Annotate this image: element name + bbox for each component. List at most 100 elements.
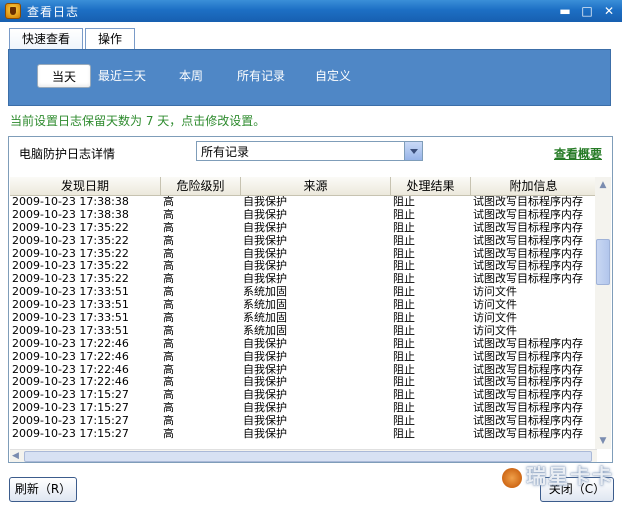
table-cell: 自我保护	[243, 337, 287, 350]
table-row[interactable]: 2009-10-23 17:35:22 高 自我保护 阻止 试图改写目标程序内存	[10, 235, 597, 248]
table-cell: 阻止	[393, 299, 415, 312]
title-bar: 查看日志 ▬ □ ✕	[0, 0, 622, 22]
refresh-button[interactable]: 刷新（R）	[9, 477, 77, 502]
table-row[interactable]: 2009-10-23 17:35:22 高 自我保护 阻止 试图改写目标程序内存	[10, 222, 597, 235]
close-button[interactable]: 关闭（C）	[540, 477, 614, 502]
table-row[interactable]: 2009-10-23 17:33:51 高 系统加固 阻止 访问文件	[10, 312, 597, 325]
table-cell: 2009-10-23 17:15:27	[12, 415, 129, 428]
table-cell: 阻止	[393, 196, 415, 208]
table-cell: 2009-10-23 17:35:22	[12, 247, 129, 260]
column-header-level[interactable]: 危险级别	[161, 177, 241, 195]
table-cell: 试图改写目标程序内存	[473, 273, 583, 286]
scroll-down-icon[interactable]: ▼	[595, 433, 611, 449]
table-cell: 高	[163, 234, 174, 247]
table-cell: 阻止	[393, 402, 415, 415]
table-cell: 阻止	[393, 221, 415, 234]
retention-notice-link[interactable]: 当前设置日志保留天数为 7 天，点击修改设置。	[10, 112, 265, 129]
table-row[interactable]: 2009-10-23 17:22:46 高 自我保护 阻止 试图改写目标程序内存	[10, 376, 597, 389]
table-cell: 2009-10-23 17:38:38	[12, 196, 129, 208]
table-cell: 阻止	[393, 324, 415, 337]
table-cell: 阻止	[393, 312, 415, 325]
table-cell: 试图改写目标程序内存	[473, 247, 583, 260]
column-header-date[interactable]: 发现日期	[10, 177, 161, 195]
table-cell: 阻止	[393, 389, 415, 402]
table-row[interactable]: 2009-10-23 17:33:51 高 系统加固 阻止 访问文件	[10, 299, 597, 312]
log-table: 发现日期 危险级别 来源 处理结果 附加信息 2009-10-23 17:38:…	[10, 177, 597, 449]
table-cell: 阻止	[393, 350, 415, 363]
table-row[interactable]: 2009-10-23 17:22:46 高 自我保护 阻止 试图改写目标程序内存	[10, 364, 597, 377]
table-cell: 试图改写目标程序内存	[473, 208, 583, 221]
table-cell: 2009-10-23 17:22:46	[12, 350, 129, 363]
table-cell: 高	[163, 324, 174, 337]
table-cell: 系统加固	[243, 299, 287, 312]
table-cell: 高	[163, 312, 174, 325]
horizontal-scroll-thumb[interactable]	[24, 451, 592, 462]
table-cell: 高	[163, 273, 174, 286]
column-header-source[interactable]: 来源	[241, 177, 391, 195]
column-header-info[interactable]: 附加信息	[471, 177, 597, 195]
tab-strip: 快速查看 操作	[9, 28, 137, 50]
app-shield-icon	[5, 3, 21, 19]
scroll-thumb[interactable]	[596, 239, 610, 285]
table-row[interactable]: 2009-10-23 17:38:38 高 自我保护 阻止 试图改写目标程序内存	[10, 209, 597, 222]
tab-quick-view[interactable]: 快速查看	[9, 28, 84, 50]
table-cell: 高	[163, 415, 174, 428]
table-row[interactable]: 2009-10-23 17:35:22 高 自我保护 阻止 试图改写目标程序内存	[10, 260, 597, 273]
chevron-down-icon[interactable]	[404, 142, 422, 160]
filter-custom[interactable]: 自定义	[309, 64, 357, 88]
table-cell: 试图改写目标程序内存	[473, 402, 583, 415]
table-row[interactable]: 2009-10-23 17:22:46 高 自我保护 阻止 试图改写目标程序内存	[10, 338, 597, 351]
table-cell: 阻止	[393, 376, 415, 389]
table-row[interactable]: 2009-10-23 17:15:27 高 自我保护 阻止 试图改写目标程序内存	[10, 415, 597, 428]
filter-last-three-days[interactable]: 最近三天	[92, 64, 152, 88]
record-type-select[interactable]: 所有记录	[196, 141, 423, 161]
table-row[interactable]: 2009-10-23 17:22:46 高 自我保护 阻止 试图改写目标程序内存	[10, 351, 597, 364]
filter-today[interactable]: 当天	[37, 64, 92, 88]
column-header-result[interactable]: 处理结果	[391, 177, 471, 195]
scroll-left-icon[interactable]: ◀	[12, 450, 19, 463]
table-cell: 自我保护	[243, 428, 287, 441]
table-cell: 访问文件	[473, 324, 517, 337]
table-cell: 高	[163, 208, 174, 221]
table-cell: 阻止	[393, 260, 415, 273]
horizontal-scrollbar[interactable]: ◀	[10, 449, 597, 462]
filter-all-records[interactable]: 所有记录	[231, 64, 291, 88]
table-cell: 自我保护	[243, 247, 287, 260]
table-cell: 高	[163, 247, 174, 260]
table-row[interactable]: 2009-10-23 17:35:22 高 自我保护 阻止 试图改写目标程序内存	[10, 248, 597, 261]
table-cell: 试图改写目标程序内存	[473, 428, 583, 441]
table-cell: 系统加固	[243, 324, 287, 337]
vertical-scrollbar[interactable]: ▲ ▼	[595, 177, 611, 449]
table-cell: 阻止	[393, 415, 415, 428]
time-filter-panel: 当天 最近三天 本周 所有记录 自定义	[8, 49, 611, 106]
filter-this-week[interactable]: 本周	[173, 64, 209, 88]
table-cell: 访问文件	[473, 286, 517, 299]
watermark-logo-icon	[502, 467, 522, 488]
table-cell: 自我保护	[243, 415, 287, 428]
table-cell: 阻止	[393, 363, 415, 376]
table-cell: 2009-10-23 17:33:51	[12, 286, 129, 299]
table-row[interactable]: 2009-10-23 17:33:51 高 系统加固 阻止 访问文件	[10, 325, 597, 338]
table-row[interactable]: 2009-10-23 17:15:27 高 自我保护 阻止 试图改写目标程序内存	[10, 402, 597, 415]
table-cell: 系统加固	[243, 312, 287, 325]
view-summary-link[interactable]: 查看概要	[554, 145, 602, 162]
table-cell: 试图改写目标程序内存	[473, 337, 583, 350]
table-cell: 高	[163, 428, 174, 441]
table-row[interactable]: 2009-10-23 17:38:38 高 自我保护 阻止 试图改写目标程序内存	[10, 196, 597, 209]
dialog-body: 快速查看 操作 当天 最近三天 本周 所有记录 自定义 当前设置日志保留天数为 …	[0, 22, 622, 507]
table-row[interactable]: 2009-10-23 17:15:27 高 自我保护 阻止 试图改写目标程序内存	[10, 389, 597, 402]
table-row[interactable]: 2009-10-23 17:35:22 高 自我保护 阻止 试图改写目标程序内存	[10, 273, 597, 286]
table-row[interactable]: 2009-10-23 17:33:51 高 系统加固 阻止 访问文件	[10, 286, 597, 299]
table-row[interactable]: 2009-10-23 17:15:27 高 自我保护 阻止 试图改写目标程序内存	[10, 428, 597, 441]
table-cell: 访问文件	[473, 312, 517, 325]
table-cell: 高	[163, 350, 174, 363]
minimize-button[interactable]: ▬	[556, 2, 574, 20]
table-cell: 自我保护	[243, 376, 287, 389]
table-cell: 阻止	[393, 337, 415, 350]
table-cell: 高	[163, 260, 174, 273]
maximize-button[interactable]: □	[578, 2, 596, 20]
scroll-up-icon[interactable]: ▲	[595, 177, 611, 193]
close-window-button[interactable]: ✕	[600, 2, 618, 20]
tab-actions[interactable]: 操作	[85, 28, 136, 50]
table-cell: 阻止	[393, 234, 415, 247]
